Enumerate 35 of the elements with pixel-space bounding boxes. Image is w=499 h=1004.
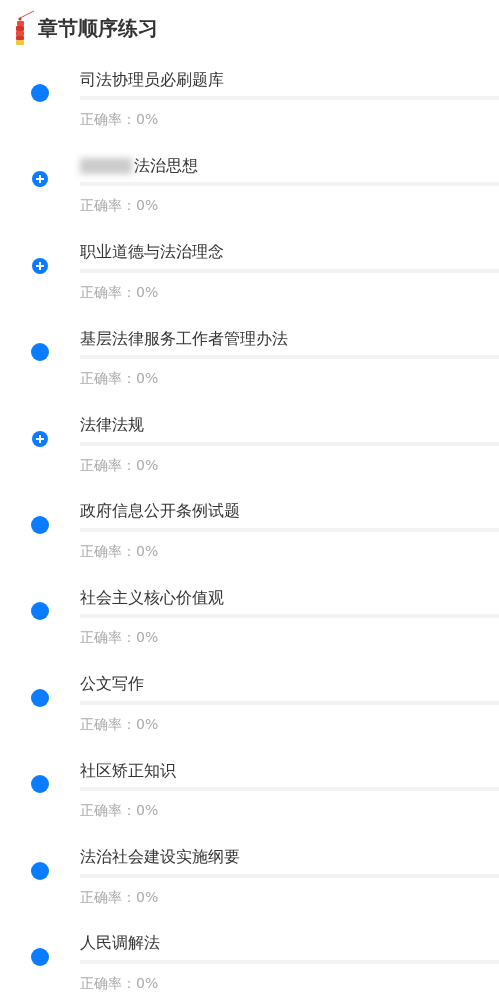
accuracy-text: 正确率：0% [80,455,160,475]
dot-icon [31,343,49,362]
chapter-title[interactable]: 社会主义核心价值观 [80,587,224,609]
chapter-title[interactable]: 社区矫正知识 [80,760,176,782]
chapter-title[interactable]: 公文写作 [80,674,144,696]
chapter-title[interactable]: 法治社会建设实施纲要 [80,847,240,868]
accuracy-text: 正确率：0% [80,282,160,302]
dot-icon [31,84,49,102]
accuracy-text: 正确率：0% [80,196,160,216]
accuracy-text: 正确率：0% [80,369,160,389]
dot-icon [31,688,49,707]
plus-icon[interactable] [32,430,48,447]
chapter-title[interactable]: 人民调解法 [80,933,160,955]
accuracy-text: 正确率：0% [80,714,160,734]
chapter-title[interactable]: 司法协理员必刷题库 [80,69,224,91]
accuracy-text: 正确率：0% [80,801,160,821]
chapter-title[interactable]: 基层法律服务工作者管理办法 [80,328,288,350]
dot-icon [31,775,49,794]
firecracker-icon [14,10,36,46]
chapter-title[interactable]: 法律法规 [80,415,144,437]
page-title: 章节顺序练习 [38,14,158,42]
accuracy-text: 正确率：0% [80,541,160,561]
accuracy-text: 正确率：0% [80,973,160,993]
dot-icon [31,515,49,534]
accuracy-text: 正确率：0% [80,110,160,129]
chapter-title[interactable]: 政府信息公开条例试题 [80,501,240,523]
plus-icon[interactable] [32,257,48,274]
accuracy-text: 正确率：0% [80,887,160,907]
chapter-title[interactable]: 法治思想 [134,155,198,177]
chapter-title[interactable]: 职业道德与法治理念 [80,242,224,264]
dot-icon [31,861,49,880]
dot-icon [31,602,49,621]
plus-icon[interactable] [32,171,48,188]
dot-icon [31,947,49,966]
accuracy-text: 正确率：0% [80,628,160,648]
